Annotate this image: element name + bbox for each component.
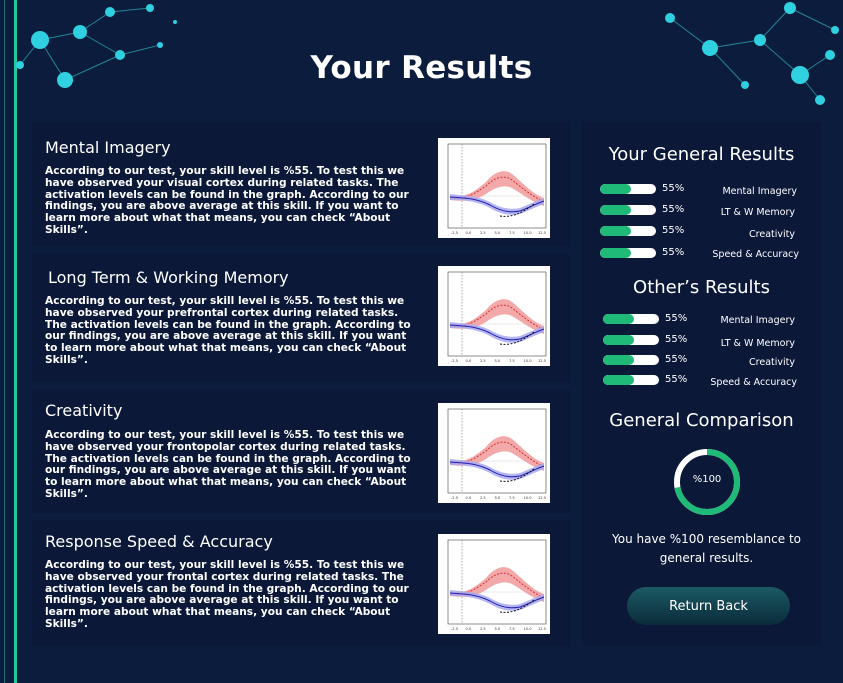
others-progress-bar	[603, 375, 659, 385]
graph-red-band	[450, 171, 544, 206]
graph-tick-label: 2.5	[480, 359, 486, 363]
edge-decoration-thin	[4, 0, 5, 683]
progress-fill	[600, 184, 631, 194]
graph-red-band	[450, 567, 544, 602]
graph-tick-label: -2.5	[451, 627, 458, 631]
progress-fill	[603, 375, 634, 385]
others-percent: 55%	[665, 313, 688, 324]
general-results-title: Your General Results	[608, 144, 795, 165]
progress-fill	[600, 248, 631, 258]
graph-tick-label: 5.0	[495, 496, 501, 500]
general-progress-bar	[600, 205, 656, 215]
graph-tick-label: 5.0	[495, 231, 501, 235]
donut-percent: %100	[692, 474, 722, 485]
graph-tick-label: 2.5	[480, 627, 486, 631]
general-label: LT & W Memory	[720, 207, 795, 218]
progress-fill	[600, 205, 631, 215]
skill-title: Creativity	[45, 401, 123, 420]
general-percent: 55%	[662, 225, 685, 236]
skill-title: Response Speed & Accuracy	[45, 532, 273, 551]
general-comparison-title: General Comparison	[609, 410, 794, 431]
activation-graph: -2.5 0.0 2.5 5.0 7.5 10.0 12.5	[438, 266, 550, 366]
skill-title: Long Term & Working Memory	[48, 268, 289, 287]
graph-red-band	[450, 299, 544, 334]
graph-tick-label: -2.5	[451, 496, 458, 500]
graph-tick-label: 7.5	[509, 231, 515, 235]
graph-tick-label: 12.5	[538, 627, 546, 631]
skill-card-speed-accuracy: Response Speed & Accuracy According to o…	[32, 520, 570, 646]
graph-red-band	[450, 436, 544, 471]
graph-tick-label: 10.0	[524, 496, 533, 500]
results-summary-panel: Your General Results 55% Mental Imagery …	[582, 122, 821, 645]
general-label: Mental Imagery	[722, 186, 797, 197]
others-progress-bar	[603, 335, 659, 345]
general-label: Speed & Accuracy	[712, 249, 799, 260]
graph-tick-label: 12.5	[538, 496, 546, 500]
page-title: Your Results	[310, 50, 533, 86]
graph-tick-label: 0.0	[466, 496, 472, 500]
skill-card-memory: Long Term & Working Memory According to …	[32, 254, 570, 382]
activation-graph: -2.5 0.0 2.5 5.0 7.5 10.0 12.5	[438, 138, 550, 238]
progress-fill	[603, 355, 634, 365]
others-percent: 55%	[665, 334, 688, 345]
others-label: Creativity	[749, 357, 795, 368]
graph-tick-label: 2.5	[480, 231, 486, 235]
skill-description: According to our test, your skill level …	[45, 429, 411, 500]
general-label: Creativity	[749, 229, 795, 240]
return-back-button[interactable]: Return Back	[627, 587, 790, 625]
skill-description: According to our test, your skill level …	[45, 295, 411, 366]
others-label: Speed & Accuracy	[710, 377, 797, 388]
others-label: Mental Imagery	[720, 315, 795, 326]
others-results-title: Other’s Results	[633, 277, 770, 298]
progress-fill	[600, 226, 631, 236]
skill-description: According to our test, your skill level …	[45, 559, 409, 630]
skill-title: Mental Imagery	[45, 138, 171, 157]
general-percent: 55%	[662, 204, 685, 215]
general-progress-bar	[600, 248, 656, 258]
graph-tick-label: 0.0	[466, 359, 472, 363]
others-percent: 55%	[665, 374, 688, 385]
graph-tick-label: 7.5	[509, 627, 515, 631]
others-label: LT & W Memory	[720, 338, 795, 349]
general-percent: 55%	[662, 183, 685, 194]
resemblance-text: You have %100 resemblance to general res…	[611, 532, 801, 565]
edge-decoration-line	[14, 0, 17, 683]
skill-card-mental-imagery: Mental Imagery According to our test, yo…	[32, 122, 570, 246]
general-progress-bar	[600, 184, 656, 194]
activation-graph: -2.5 0.0 2.5 5.0 7.5 10.0 12.5	[438, 534, 550, 634]
graph-tick-label: 10.0	[524, 359, 533, 363]
progress-fill	[603, 335, 634, 345]
graph-tick-label: 10.0	[524, 627, 533, 631]
graph-tick-label: 2.5	[480, 496, 486, 500]
graph-tick-label: -2.5	[451, 231, 458, 235]
graph-tick-label: 7.5	[509, 359, 515, 363]
graph-tick-label: -2.5	[451, 359, 458, 363]
others-percent: 55%	[665, 354, 688, 365]
others-progress-bar	[603, 314, 659, 324]
skill-description: According to our test, your skill level …	[45, 165, 409, 236]
graph-tick-label: 5.0	[495, 627, 501, 631]
graph-tick-label: 12.5	[538, 359, 546, 363]
general-progress-bar	[600, 226, 656, 236]
general-percent: 55%	[662, 247, 685, 258]
others-progress-bar	[603, 355, 659, 365]
activation-graph: -2.5 0.0 2.5 5.0 7.5 10.0 12.5	[438, 403, 550, 503]
graph-tick-label: 12.5	[538, 231, 546, 235]
graph-tick-label: 0.0	[466, 627, 472, 631]
skill-card-creativity: Creativity According to our test, your s…	[32, 389, 570, 513]
graph-tick-label: 5.0	[495, 359, 501, 363]
graph-tick-label: 0.0	[466, 231, 472, 235]
graph-tick-label: 10.0	[524, 231, 533, 235]
progress-fill	[603, 314, 634, 324]
graph-tick-label: 7.5	[509, 496, 515, 500]
